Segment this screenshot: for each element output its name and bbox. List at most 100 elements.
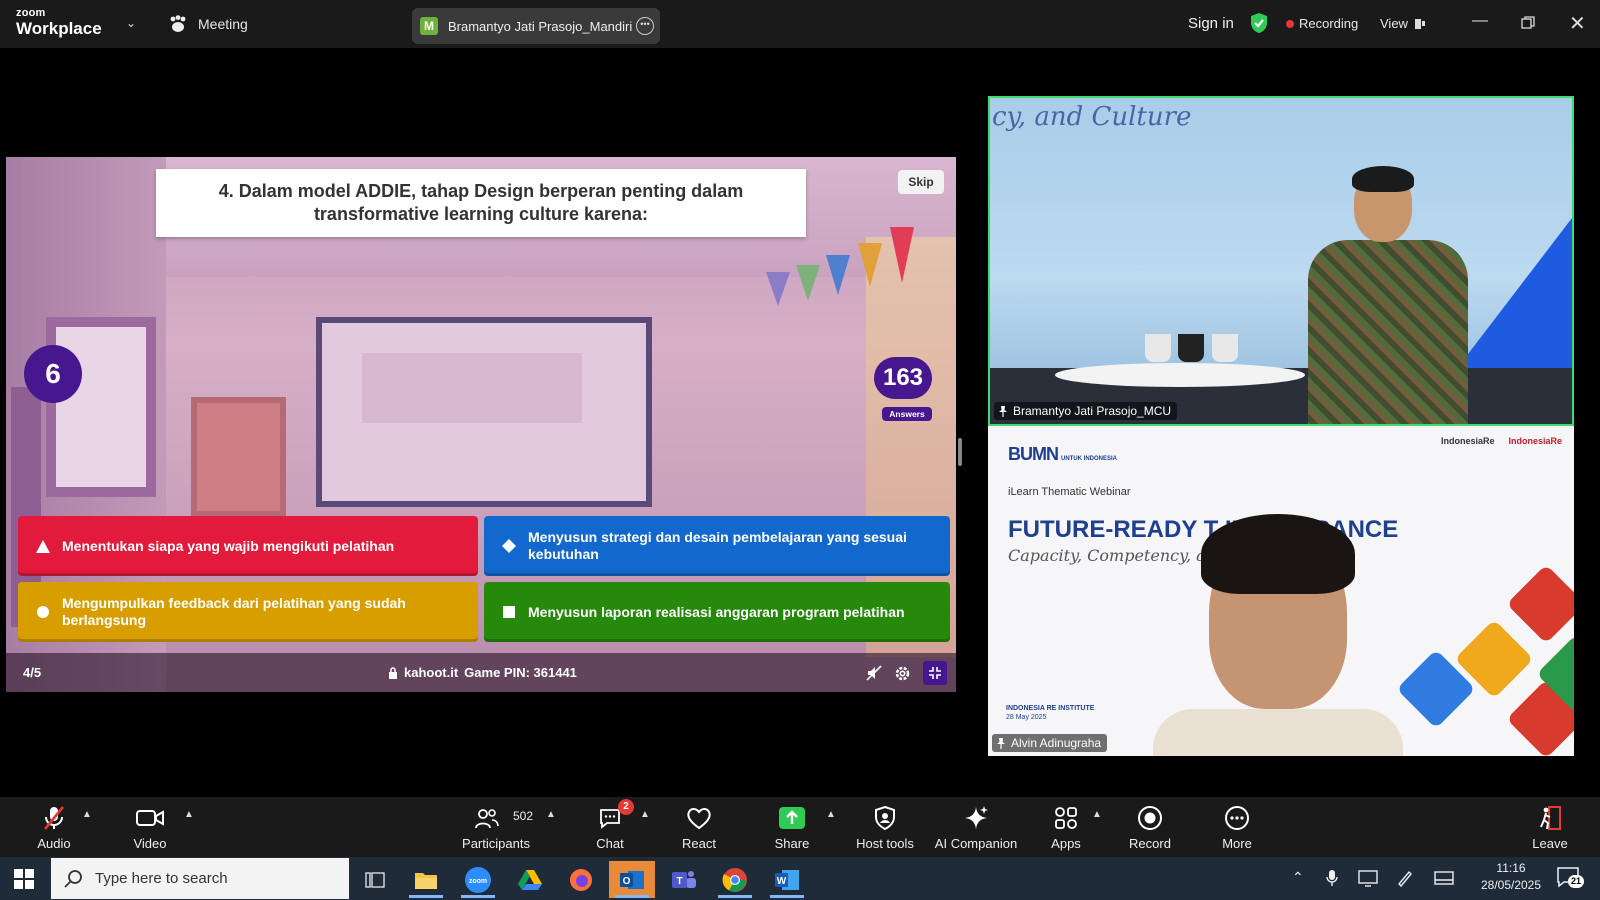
active-speaker-pill[interactable]: M Bramantyo Jati Prasojo_Mandiri C ••• (412, 8, 660, 44)
sign-in-link[interactable]: Sign in (1188, 15, 1234, 32)
apps-label: Apps (1051, 836, 1081, 851)
microphone-muted-icon (43, 806, 65, 830)
notifications-icon[interactable]: 21 (1556, 866, 1585, 888)
participant-name: Bramantyo Jati Prasojo_MCU (1013, 404, 1172, 418)
recording-dot-icon (1286, 19, 1294, 28)
word-icon[interactable]: W (764, 861, 810, 898)
video-options-caret-icon[interactable]: ▲ (184, 809, 194, 820)
chat-label: Chat (596, 836, 624, 851)
answer-text: Menyusun laporan realisasi anggaran prog… (528, 603, 905, 620)
question-text: 4. Dalam model ADDIE, tahap Design berpe… (218, 181, 744, 224)
answer-option-triangle[interactable]: Menentukan siapa yang wajib mengikuti pe… (18, 516, 478, 576)
host-tools-button[interactable]: Host tools (837, 803, 933, 851)
taskbar-search-box[interactable]: Type here to search (51, 858, 349, 899)
participants-button[interactable]: 502 Participants (448, 803, 544, 851)
svg-text:T: T (676, 876, 682, 887)
plant-pot (1178, 334, 1204, 362)
speaker-avatar: M (420, 17, 438, 35)
audio-options-caret-icon[interactable]: ▲ (82, 809, 92, 820)
logo-top-text: zoom (16, 7, 46, 19)
pennant-decoration (858, 243, 882, 287)
react-button[interactable]: React (651, 803, 747, 851)
video-label: Video (133, 836, 167, 851)
leave-door-icon (1540, 806, 1561, 830)
share-options-caret-icon[interactable]: ▲ (826, 809, 836, 820)
view-label: View (1380, 16, 1408, 31)
display-tray-icon[interactable] (1358, 869, 1378, 887)
google-drive-icon[interactable] (507, 861, 553, 898)
chevron-down-icon[interactable]: ⌄ (126, 16, 136, 30)
countdown-timer: 6 (24, 345, 82, 403)
speaker-person (1153, 514, 1403, 756)
chrome-icon[interactable] (712, 861, 758, 898)
minimize-icon[interactable]: — (1472, 12, 1488, 30)
pen-tray-icon[interactable] (1396, 869, 1414, 887)
microphone-tray-icon[interactable] (1326, 869, 1338, 887)
bumn-logo: BUMN UNTUK INDONESIA (1008, 444, 1118, 464)
video-tile-bramantyo[interactable]: cy, and Culture Bramantyo Jati Prasojo_M… (988, 96, 1574, 426)
answer-text: Menentukan siapa yang wajib mengikuti pe… (62, 537, 395, 554)
splitter-handle[interactable] (958, 438, 962, 466)
participants-options-caret-icon[interactable]: ▲ (546, 809, 556, 820)
kahoot-controls (866, 661, 947, 685)
speaker-person (1308, 166, 1468, 424)
view-layout-icon (1414, 18, 1425, 29)
file-explorer-icon[interactable] (403, 861, 449, 898)
apps-options-caret-icon[interactable]: ▲ (1092, 809, 1102, 820)
participants-count: 502 (513, 809, 534, 823)
more-options-icon[interactable]: ••• (636, 17, 654, 35)
answer-option-circle[interactable]: Mengumpulkan feedback dari pelatihan yan… (18, 582, 478, 642)
skip-button[interactable]: Skip (898, 170, 944, 194)
webinar-label: iLearn Thematic Webinar (1008, 486, 1131, 498)
chat-options-caret-icon[interactable]: ▲ (640, 809, 650, 820)
record-label: Record (1129, 836, 1171, 851)
restore-icon[interactable] (1521, 16, 1535, 30)
leave-button[interactable]: Leave (1502, 803, 1598, 851)
record-icon (1138, 806, 1162, 830)
settings-gear-icon[interactable] (894, 665, 911, 682)
mute-sound-icon[interactable] (866, 665, 882, 681)
show-hidden-icons-icon[interactable]: ⌃ (1292, 869, 1304, 886)
host-tools-label: Host tools (856, 836, 914, 851)
diamond-icon (498, 539, 520, 553)
triangle-icon (32, 539, 54, 553)
participant-name-tag: Alvin Adinugraha (992, 734, 1108, 752)
windows-start-icon[interactable] (14, 869, 34, 889)
plant-pot (1145, 334, 1171, 362)
ai-companion-label: AI Companion (934, 836, 1018, 851)
task-view-icon[interactable] (352, 861, 398, 898)
windows-taskbar: Type here to search zoom O T W ⌃ 11:16 2… (0, 857, 1600, 900)
more-button[interactable]: More (1189, 803, 1285, 851)
answer-option-diamond[interactable]: Menyusun strategi dan desain pembelajara… (484, 516, 950, 576)
answer-option-square[interactable]: Menyusun laporan realisasi anggaran prog… (484, 582, 950, 642)
firefox-icon[interactable] (558, 861, 604, 898)
meeting-paw-icon (170, 15, 186, 32)
exit-fullscreen-icon[interactable] (923, 661, 947, 685)
zoom-app-icon[interactable]: zoom (455, 861, 501, 898)
view-menu[interactable]: View (1380, 16, 1426, 31)
search-placeholder: Type here to search (95, 870, 228, 887)
close-icon[interactable]: ✕ (1569, 11, 1586, 36)
record-button[interactable]: Record (1102, 803, 1198, 851)
indonesiare-institute-logo: IndonesiaRe (1508, 436, 1562, 446)
outlook-icon[interactable]: O (609, 861, 655, 898)
shield-check-icon[interactable] (1250, 12, 1268, 34)
logo-bottom-text: Workplace (16, 19, 102, 38)
system-clock[interactable]: 11:16 28/05/2025 (1476, 860, 1546, 894)
notification-count: 21 (1568, 875, 1585, 888)
teams-icon[interactable]: T (661, 861, 707, 898)
room-corkboard (191, 397, 286, 517)
keyboard-tray-icon[interactable] (1434, 869, 1454, 887)
pennant-decoration (890, 227, 914, 283)
meeting-menu[interactable]: Meeting (168, 15, 248, 33)
react-label: React (682, 836, 716, 851)
host-shield-icon (875, 806, 895, 830)
recording-indicator[interactable]: Recording (1286, 16, 1358, 31)
apps-grid-icon (1055, 807, 1077, 829)
participants-label: Participants (462, 836, 530, 851)
answer-text: Menyusun strategi dan desain pembelajara… (528, 529, 907, 562)
share-screen-icon (779, 807, 805, 829)
zoom-workplace-logo[interactable]: zoom Workplace (16, 7, 102, 38)
ai-companion-button[interactable]: AI Companion (928, 803, 1024, 851)
video-tile-alvin[interactable]: BUMN UNTUK INDONESIA IndonesiaRe Indonesi… (988, 426, 1574, 756)
